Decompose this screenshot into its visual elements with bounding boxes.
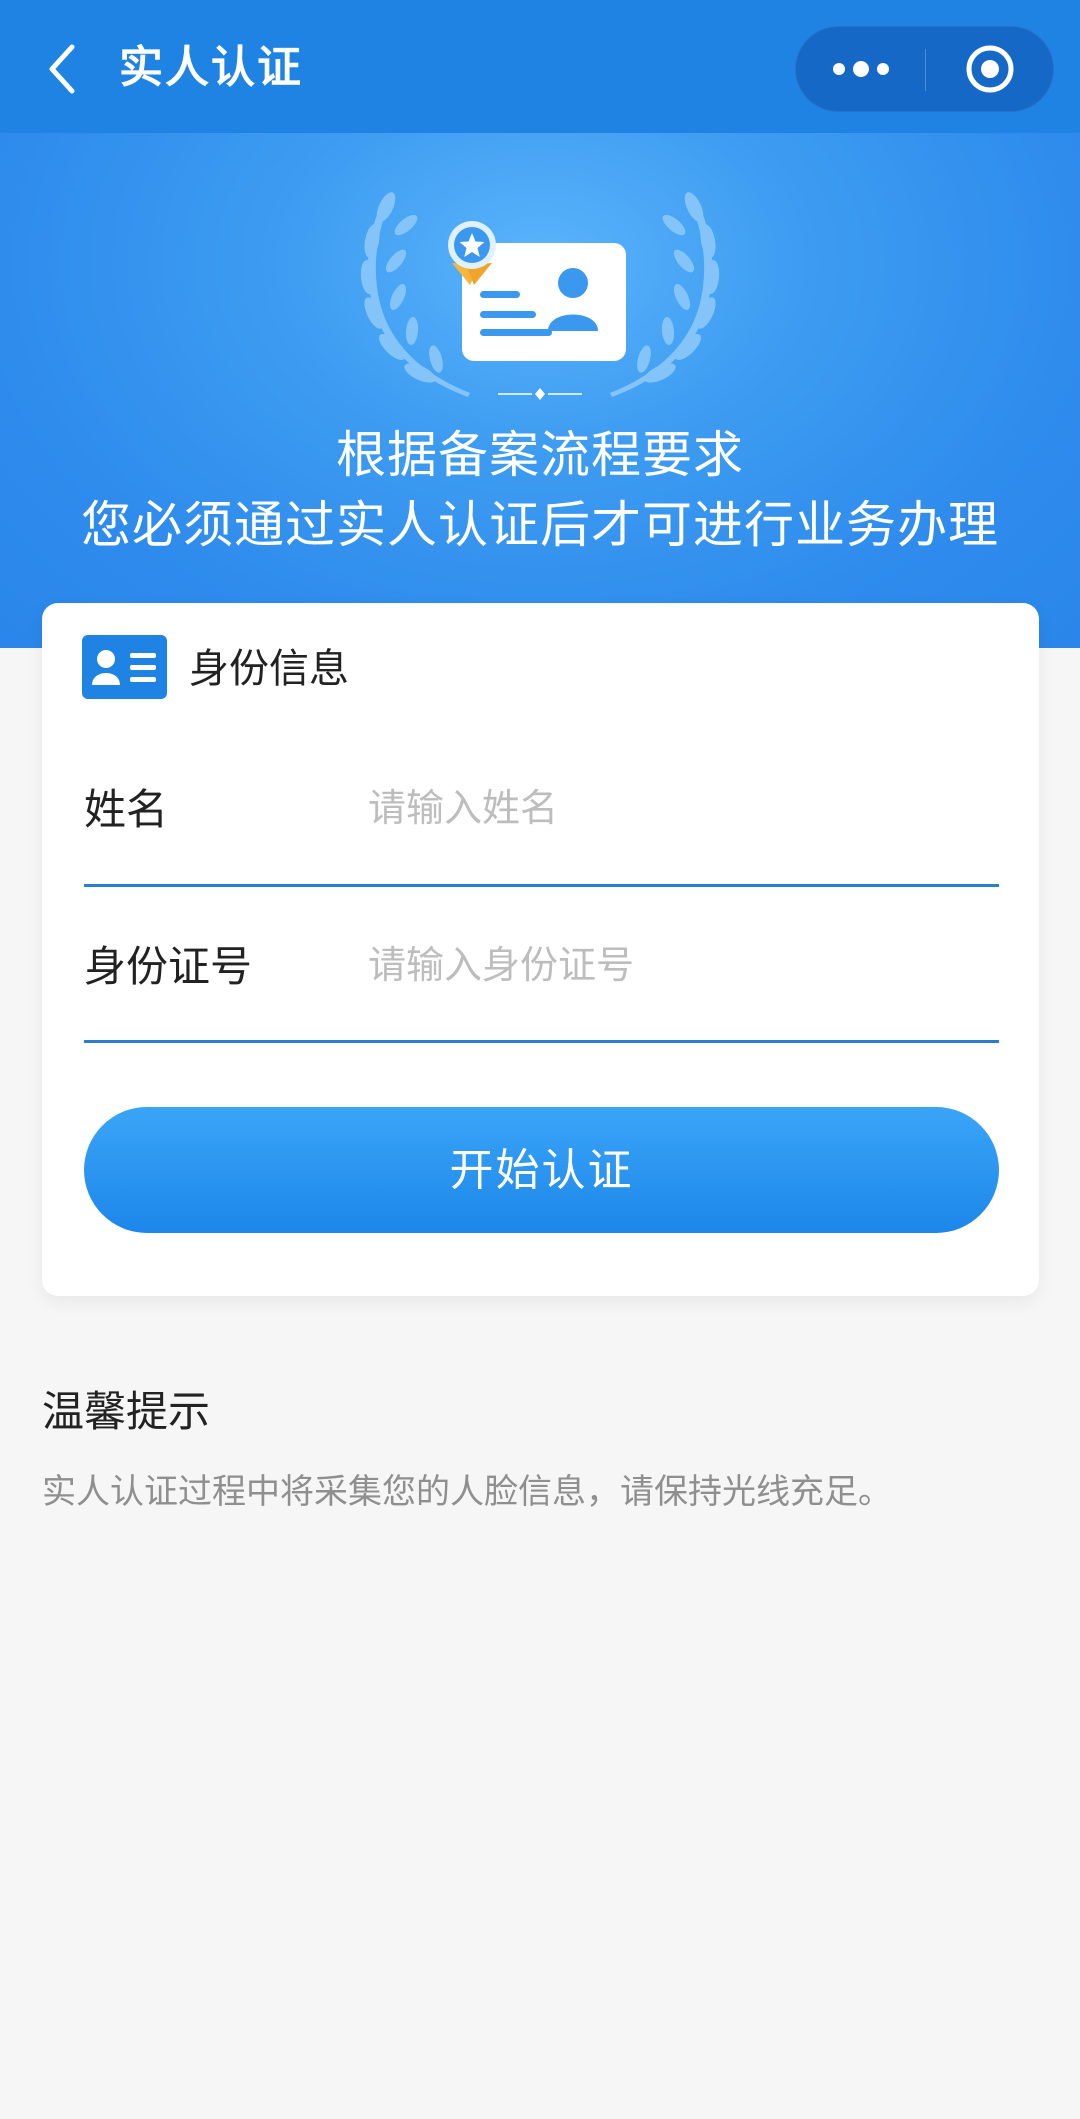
mini-program-capsule — [795, 26, 1054, 112]
name-underline — [84, 884, 999, 887]
name-label: 姓名 — [84, 785, 169, 834]
tips-text: 实人认证过程中将采集您的人脸信息，请保持光线充足。 — [42, 1472, 892, 1512]
id-card-badge-icon — [360, 192, 720, 400]
id-number-input[interactable] — [368, 935, 988, 995]
more-dots-icon — [832, 61, 889, 77]
hero-subheadline: 您必须通过实人认证后才可进行业务办理 — [81, 496, 999, 554]
target-circle-icon — [966, 45, 1013, 93]
page-title: 实人认证 — [119, 42, 303, 93]
close-button[interactable] — [926, 27, 1053, 111]
identity-form-card: 身份信息 姓名 身份证号 开始认证 — [42, 603, 1039, 1296]
id-number-label: 身份证号 — [84, 942, 253, 991]
name-input[interactable] — [368, 778, 988, 838]
id-card-icon — [82, 635, 167, 699]
hero-banner: 根据备案流程要求 您必须通过实人认证后才可进行业务办理 — [0, 133, 1080, 648]
card-title: 身份信息 — [189, 646, 349, 692]
more-button[interactable] — [796, 27, 925, 111]
hero-headline: 根据备案流程要求 — [336, 426, 744, 484]
id-number-underline — [84, 1040, 999, 1043]
nav-bar: 实人认证 — [0, 0, 1080, 133]
back-button[interactable] — [34, 30, 90, 108]
tips-title: 温馨提示 — [42, 1387, 211, 1436]
chevron-left-icon — [49, 44, 75, 94]
start-verification-button[interactable]: 开始认证 — [84, 1107, 999, 1233]
